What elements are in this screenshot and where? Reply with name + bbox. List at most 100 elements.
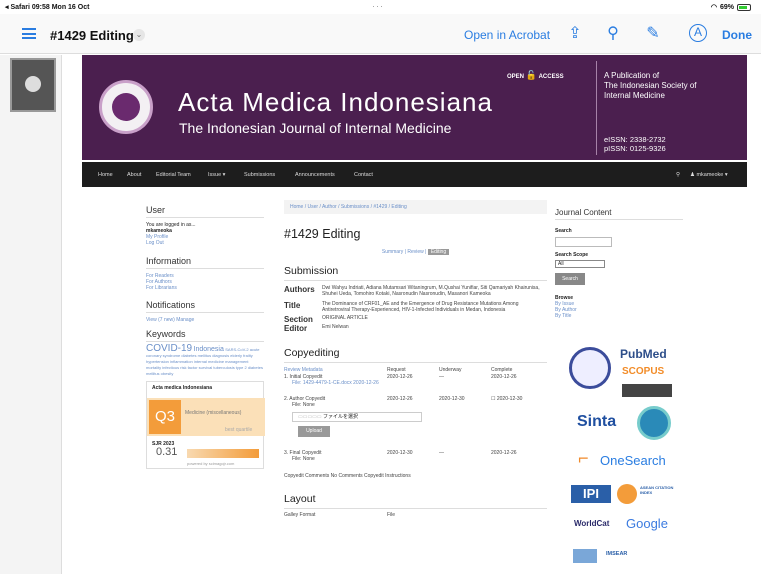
sjr-best: best quartile [225, 427, 253, 433]
initial-copyedit-file-link[interactable]: File: 1429-4479-1-CE.docx 2020-12-26 [284, 380, 379, 386]
onesearch-mark-icon[interactable]: ⌐ [578, 448, 589, 469]
breadcrumb[interactable]: Home / User / Author / Submissions / #14… [284, 200, 547, 214]
done-button[interactable]: Done [722, 28, 752, 42]
search-button[interactable]: Search [555, 273, 585, 285]
web-of-science-logo[interactable] [622, 384, 672, 397]
information-heading: Information [146, 256, 264, 269]
right-sidebar: Journal Content Search Search Scope All … [555, 208, 683, 319]
scopus-logo[interactable]: SCOPUS [622, 366, 664, 377]
share-icon[interactable]: ⇪ [565, 24, 585, 44]
section-value: ORIGINAL ARTICLE [322, 315, 368, 321]
lock-icon: 🔓 [525, 70, 537, 80]
notifications-heading: Notifications [146, 300, 264, 313]
logout-link[interactable]: Log Out [146, 240, 264, 246]
table-row: 1. Initial Copyedit File: 1429-4479-1-CE.… [284, 374, 547, 386]
status-left: ◂ Safari 09:58 Mon 16 Oct [5, 4, 90, 11]
search-icon[interactable]: ⚲ [676, 172, 680, 178]
page-thumbnail[interactable] [10, 58, 56, 112]
status-right: ◠ 69% [711, 3, 751, 11]
nav-user-menu[interactable]: ♟ mkameoke ▾ [690, 172, 728, 178]
upload-button[interactable]: Upload [298, 426, 330, 437]
garuda-seal-icon[interactable] [637, 406, 671, 440]
browse-by-title[interactable]: By Title [555, 313, 683, 319]
table-row: 3. Final Copyedit File: None 2020-12-30 —… [284, 450, 547, 462]
user-heading: User [146, 205, 264, 218]
imsear-map-icon[interactable] [573, 549, 597, 563]
tab-review[interactable]: Review [407, 249, 423, 255]
search-label: Search [555, 228, 572, 234]
document-title[interactable]: #1429 Editing [50, 28, 134, 43]
nav-home[interactable]: Home [98, 172, 113, 178]
sjr-powered: powered by scimagojr.com [187, 461, 235, 466]
asean-citation-icon[interactable] [617, 484, 637, 504]
row-underway: — [439, 450, 444, 456]
page-title: #1429 Editing [284, 227, 361, 241]
row-complete: 2020-12-26 [491, 374, 517, 380]
society-logo [99, 80, 153, 134]
main-content: Home / User / Author / Submissions / #14… [284, 200, 547, 518]
keyword-indonesia[interactable]: Indonesia [194, 346, 224, 353]
ipi-logo[interactable]: IPI [571, 485, 611, 503]
quartile-badge: Q3 [149, 400, 181, 434]
row-file: File: None [292, 402, 315, 408]
section-label: Section [284, 315, 313, 324]
nav-editorial[interactable]: Editorial Team [156, 172, 191, 178]
review-metadata-link[interactable]: Review Metadata [284, 367, 387, 373]
worldcat-logo[interactable]: WorldCat [574, 519, 609, 528]
sinta-logo[interactable]: Sinta [577, 413, 616, 431]
imsear-logo[interactable]: IMSEAR [606, 551, 627, 557]
list-icon[interactable] [22, 28, 36, 39]
sjr-title: Acta medica Indonesiana [152, 385, 213, 391]
nav-submissions[interactable]: Submissions [244, 172, 275, 178]
title-value: The Dominance of CRF01_AE and the Emerge… [322, 301, 519, 313]
copyedit-comments[interactable]: Copyedit Comments No Comments Copyedit I… [284, 473, 547, 479]
nav-about[interactable]: About [127, 172, 141, 178]
document-toolbar: #1429 Editing ⌄ Open in Acrobat ⇪ ⚲ ✎ A … [0, 14, 761, 54]
battery-icon [737, 3, 751, 11]
view-notifications-link[interactable]: View (7 new) [146, 317, 175, 323]
row-complete[interactable]: ☐ 2020-12-30 [491, 396, 522, 408]
search-icon[interactable]: ⚲ [603, 24, 623, 44]
search-input[interactable] [555, 237, 612, 247]
nav-issue[interactable]: Issue ▾ [208, 172, 225, 178]
google-logo[interactable]: Google [626, 516, 668, 531]
issn-block: eISSN: 2338-2732 pISSN: 0125-9326 [604, 135, 666, 153]
status-center: ··· [372, 1, 384, 11]
pubmed-logo[interactable]: PubMed [620, 347, 667, 361]
chevron-down-icon[interactable]: ⌄ [133, 29, 145, 41]
for-librarians-link[interactable]: For Librarians [146, 285, 264, 291]
col-underway: Underway [439, 367, 462, 373]
open-in-acrobat-button[interactable]: Open in Acrobat [464, 28, 550, 42]
manage-notifications-link[interactable]: Manage [176, 317, 194, 323]
row-request: 2020-12-26 [387, 396, 413, 402]
tab-summary[interactable]: Summary [382, 249, 403, 255]
search-scope-label: Search Scope [555, 252, 589, 258]
asean-logo[interactable]: ASEAN CITATION INDEX [640, 485, 676, 495]
pissn: pISSN: 0125-9326 [604, 144, 666, 153]
submission-tabs: Summary | Review | Editing [284, 249, 547, 255]
status-bar: ◂ Safari 09:58 Mon 16 Oct ··· ◠ 69% [0, 0, 761, 14]
battery-percent: 69% [719, 3, 734, 11]
editor-value: Emi Nelwan [322, 324, 349, 330]
annotate-icon[interactable]: A [689, 24, 707, 42]
divider [596, 61, 597, 155]
nav-contact[interactable]: Contact [354, 172, 373, 178]
scimago-widget[interactable]: Acta medica Indonesiana Q3 Medicine (mis… [146, 381, 265, 469]
nav-announcements[interactable]: Announcements [295, 172, 335, 178]
markup-icon[interactable]: ✎ [643, 24, 663, 44]
choose-file-label: ファイルを選択 [323, 414, 359, 420]
eissn: eISSN: 2338-2732 [604, 135, 666, 144]
keywords-heading: Keywords [146, 329, 264, 342]
onesearch-logo[interactable]: OneSearch [600, 453, 666, 468]
search-scope-select[interactable]: All [555, 260, 605, 268]
file-chooser[interactable]: ▭▭▭▭▭ ファイルを選択 [292, 412, 422, 422]
doaj-seal-icon[interactable] [569, 347, 611, 389]
journal-title: Acta Medica Indonesiana [178, 87, 493, 117]
left-sidebar: User You are logged in as... mkameoka My… [146, 205, 265, 469]
tab-editing[interactable]: Editing [427, 249, 450, 255]
title-label: Title [284, 301, 301, 310]
copyediting-heading: Copyediting [284, 347, 547, 363]
publisher-note: A Publication of The Indonesian Society o… [604, 71, 697, 100]
col-file: File [387, 512, 396, 518]
row-file: File: None [292, 456, 315, 462]
